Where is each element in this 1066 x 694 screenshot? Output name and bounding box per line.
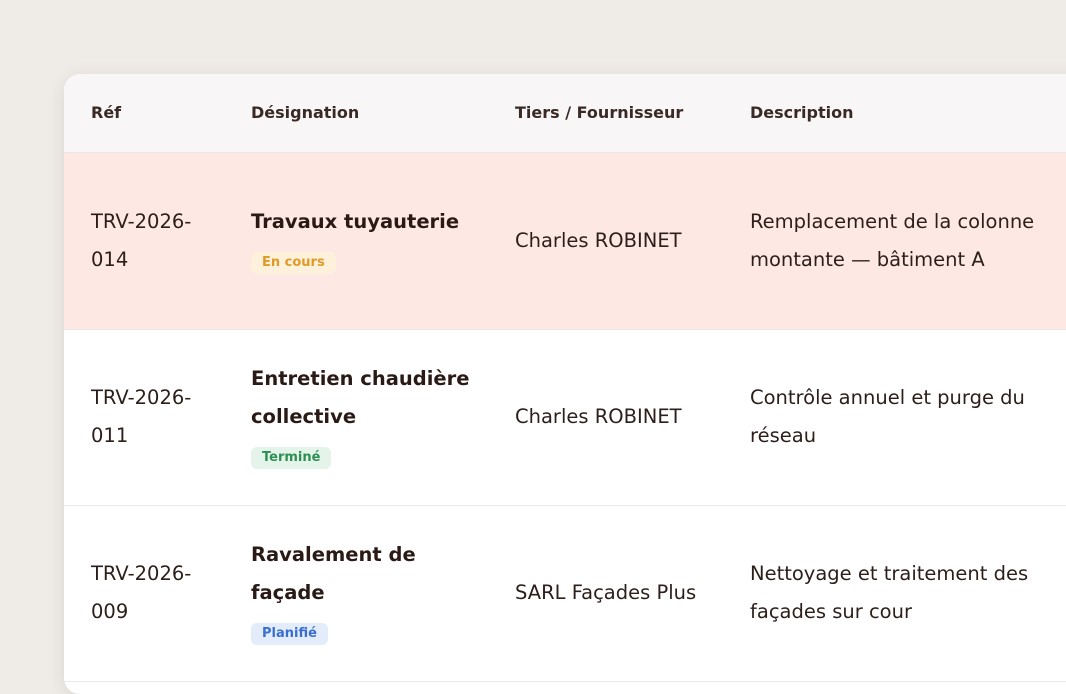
designation-title: Travaux tuyauterie xyxy=(251,209,460,233)
column-header-designation[interactable]: Désignation xyxy=(224,74,488,152)
table-header-row: Réf Désignation Tiers / Fournisseur Desc… xyxy=(64,74,1066,152)
cell-tiers: SARL Façades Plus xyxy=(515,581,697,604)
designation-title: Entretien chaudière collective xyxy=(251,367,470,428)
cell-description: Nettoyage et traitement des façades sur … xyxy=(750,562,1029,623)
column-header-ref[interactable]: Réf xyxy=(64,74,224,152)
cell-designation: Ravalement de façade Planifié xyxy=(224,505,488,681)
cell-ref: TRV-2026-011 xyxy=(91,386,192,447)
cell-designation: Travaux tuyauterie En cours xyxy=(224,152,488,329)
column-header-tiers[interactable]: Tiers / Fournisseur xyxy=(488,74,723,152)
cell-tiers: Charles ROBINET xyxy=(515,405,682,428)
cell-designation: Entretien chaudière collective Terminé xyxy=(224,329,488,505)
cell-ref: TRV-2026-014 xyxy=(91,209,192,271)
designation-title: Ravalement de façade xyxy=(251,543,416,604)
status-badge: En cours xyxy=(251,251,336,274)
works-table-card: Réf Désignation Tiers / Fournisseur Desc… xyxy=(64,74,1066,694)
table-row[interactable]: TRV-2026-014 Travaux tuyauterie En cours… xyxy=(64,152,1066,329)
column-header-description[interactable]: Description xyxy=(723,74,1066,152)
cell-tiers: Charles ROBINET xyxy=(515,228,682,252)
cell-description: Remplacement de la colonne montante — bâ… xyxy=(750,209,1035,271)
cell-description: Contrôle annuel et purge du réseau xyxy=(750,386,1025,447)
table-row[interactable]: TRV-2026-009 Ravalement de façade Planif… xyxy=(64,505,1066,681)
status-badge: Planifié xyxy=(251,623,328,645)
table-row[interactable]: TRV-2026-011 Entretien chaudière collect… xyxy=(64,329,1066,505)
table-header: Réf Désignation Tiers / Fournisseur Desc… xyxy=(64,74,1066,152)
cell-ref: TRV-2026-009 xyxy=(91,562,192,623)
status-badge: Terminé xyxy=(251,447,332,469)
works-table: Réf Désignation Tiers / Fournisseur Desc… xyxy=(64,74,1066,682)
